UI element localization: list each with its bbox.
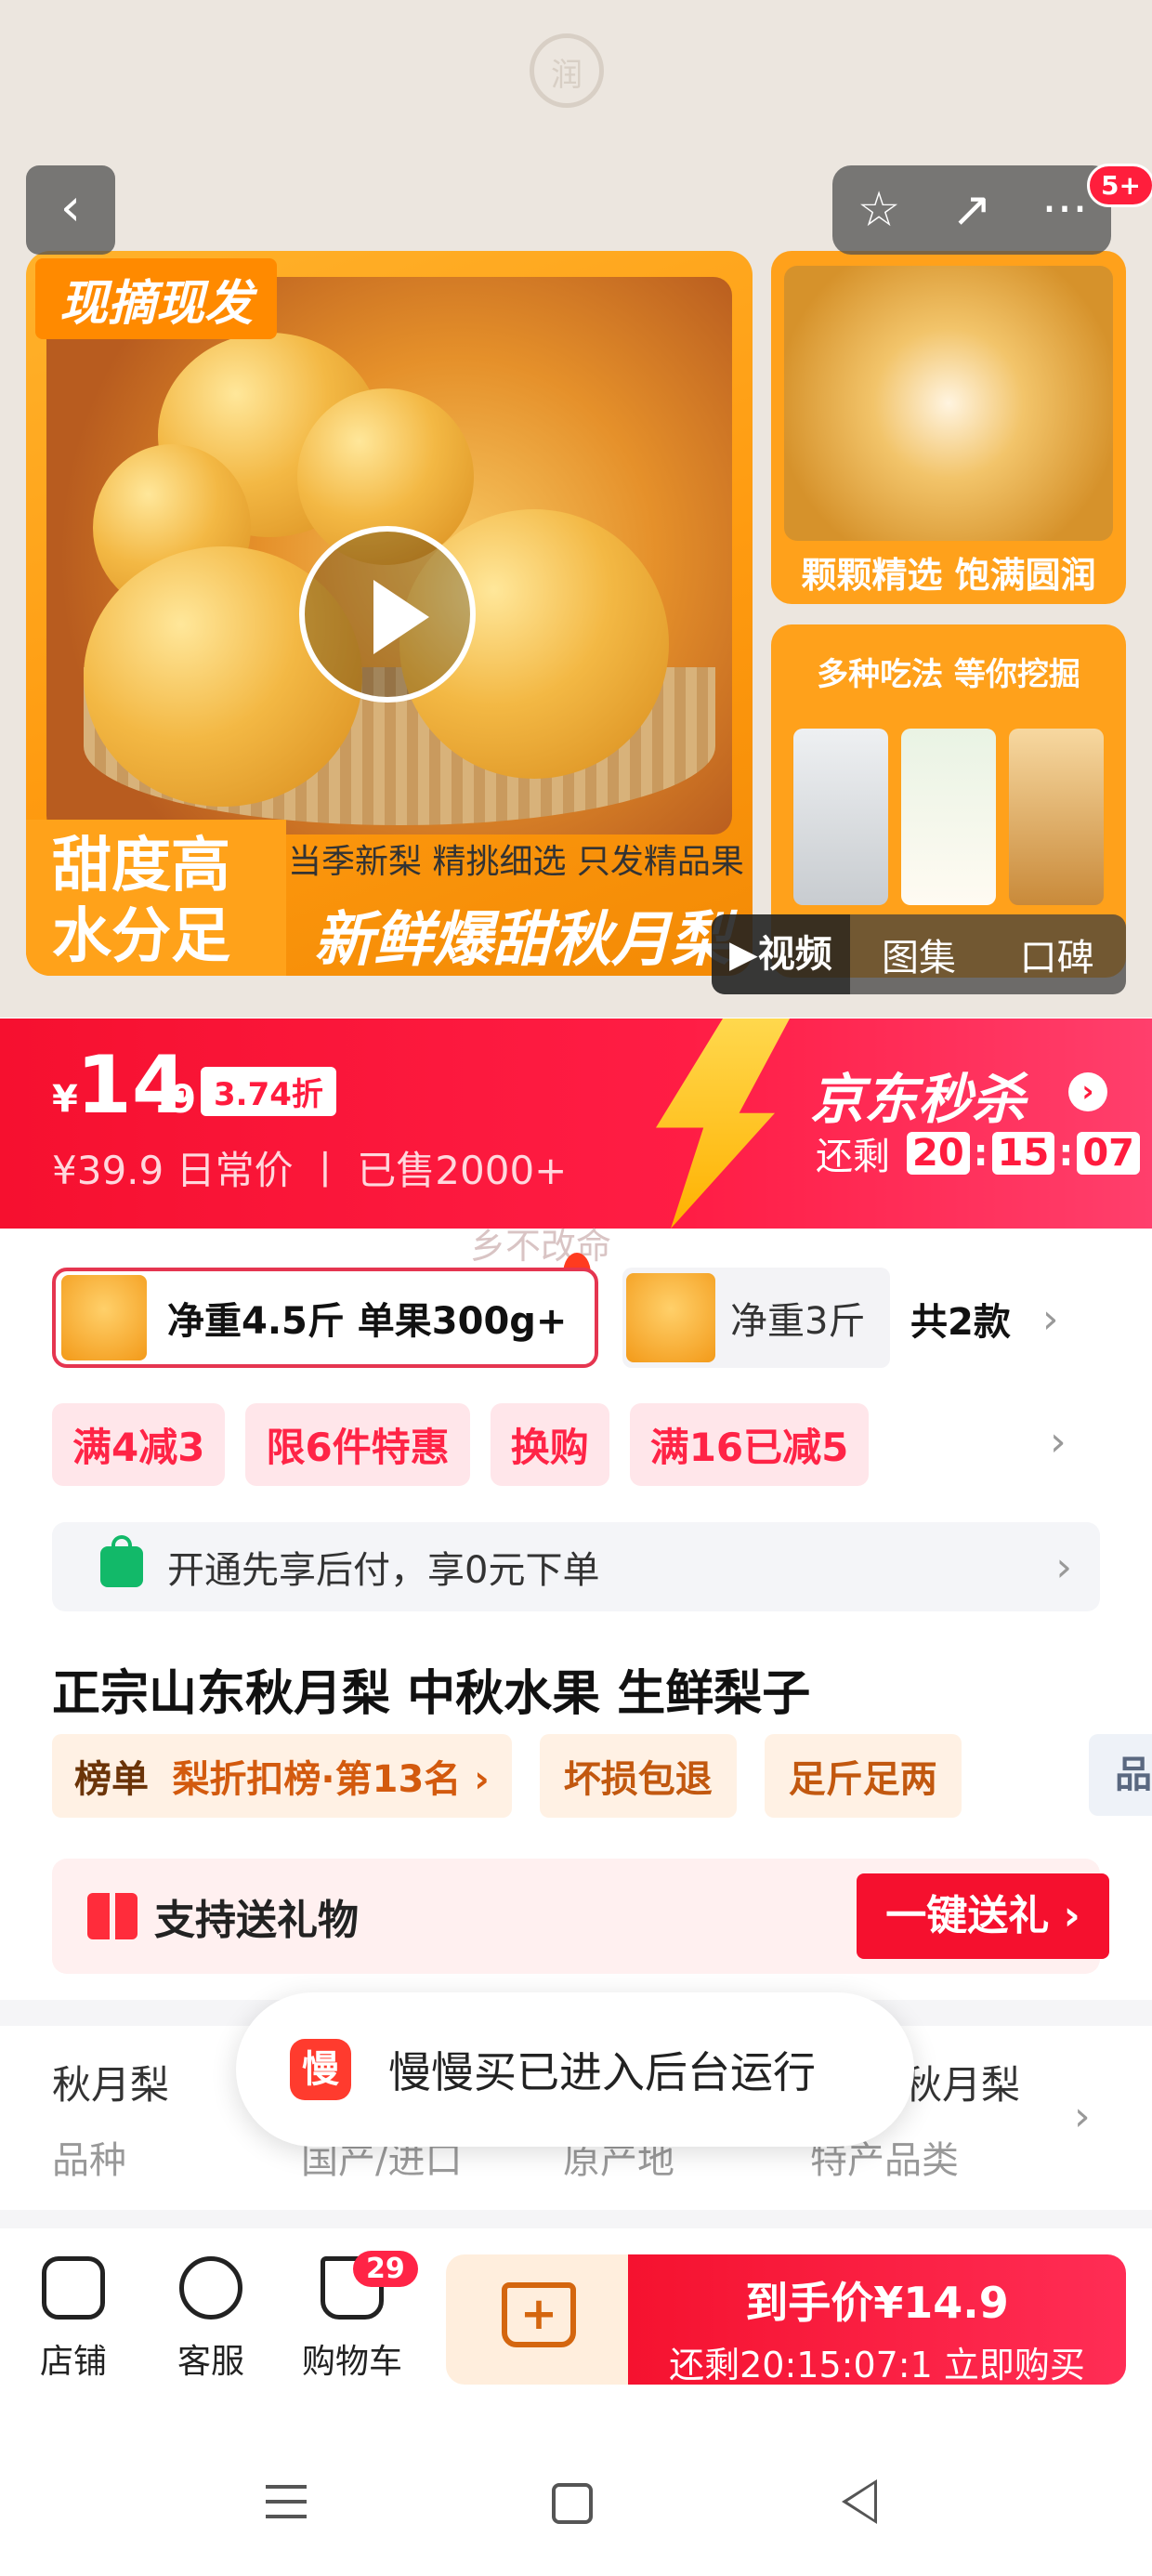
full-weight-tag: 足斤足两 xyxy=(764,1734,962,1818)
countdown-seconds: 07 xyxy=(1077,1132,1141,1175)
sku-option-label: 净重3斤 xyxy=(730,1300,866,1343)
app-indicator-icon: 润 xyxy=(530,33,604,108)
home-icon[interactable] xyxy=(552,2483,593,2524)
store-icon xyxy=(42,2256,105,2320)
overlay-watermark: 乡不改命 xyxy=(470,1226,612,1267)
main-product-image[interactable]: 现摘现发 甜度高 水分足 当季新梨 精挑细选 只发精品果 新鲜爆甜秋月梨 xyxy=(26,251,753,976)
buy-countdown: 还剩20:15:07:1 立即购买 xyxy=(669,2345,1085,2385)
chat-face-icon xyxy=(179,2256,242,2320)
ranking-tag[interactable]: 榜单 梨折扣榜·第13名 › xyxy=(52,1734,512,1818)
chevron-right-icon: › xyxy=(1055,1543,1072,1591)
shopping-bag-icon xyxy=(100,1535,143,1587)
original-price-sold: ¥39.9 日常价 丨 已售2000+ xyxy=(52,1148,568,1193)
discount-badge: 3.74折 xyxy=(201,1067,336,1116)
spec-category-value: 秋月梨 xyxy=(903,2062,1021,2108)
sku-option[interactable]: 净重3斤 xyxy=(622,1268,890,1368)
product-title: 正宗山东秋月梨 中秋水果 生鲜梨子 xyxy=(52,1666,811,1722)
main-slogan: 新鲜爆甜秋月梨 xyxy=(314,906,730,975)
add-cart-icon: + xyxy=(502,2282,576,2347)
countdown-label: 还剩 xyxy=(816,1136,890,1178)
countdown-hours: 20 xyxy=(907,1132,970,1175)
back-button[interactable]: ‹ xyxy=(26,165,115,255)
share-icon[interactable]: ↗ xyxy=(925,182,1018,238)
thumb1-caption: 颗颗精选 饱满圆润 xyxy=(801,555,1096,596)
gallery-tabs[interactable]: ▶视频 图集 口碑 xyxy=(712,914,1126,994)
tab-reviews[interactable]: 口碑 xyxy=(988,927,1126,981)
pear-juice-photo xyxy=(901,729,996,905)
favorite-icon[interactable]: ☆ xyxy=(832,182,925,238)
play-video-button[interactable] xyxy=(299,526,476,703)
store-button[interactable]: 店铺 xyxy=(22,2256,124,2383)
tab-gallery[interactable]: 图集 xyxy=(850,927,988,981)
play-icon xyxy=(373,580,429,654)
pear-soup-photo xyxy=(1009,729,1104,905)
sweetness-badge: 甜度高 水分足 xyxy=(26,820,286,976)
pear-slices-photo xyxy=(793,729,888,905)
customer-service-button[interactable]: 客服 xyxy=(160,2256,262,2383)
sku-count[interactable]: 共2款 › xyxy=(910,1292,1058,1346)
buy-price: 到手价¥14.9 xyxy=(745,2278,1009,2328)
sweet-line-1: 甜度高 xyxy=(52,832,230,900)
thumb2-title: 多种吃法 等你挖掘 xyxy=(817,656,1080,693)
spec-variety-label: 品种 xyxy=(52,2139,126,2182)
background-toast: 慢 慢慢买已进入后台运行 xyxy=(236,1992,914,2147)
cart-count-badge: 29 xyxy=(353,2251,418,2287)
gallery-thumb-1[interactable]: 颗颗精选 饱满圆润 xyxy=(771,251,1126,604)
pay-later-row[interactable]: 开通先享后付，享0元下单 › xyxy=(52,1522,1100,1611)
promo-tag[interactable]: 满16已减5 xyxy=(629,1403,870,1486)
promo-tag[interactable]: 换购 xyxy=(490,1403,609,1486)
feature-tags: 榜单 梨折扣榜·第13名 › 坏损包退 足斤足两 xyxy=(52,1734,989,1818)
promo-tag[interactable]: 满4减3 xyxy=(52,1403,226,1486)
message-badge: 5+ xyxy=(1087,164,1152,207)
price-currency: ¥ xyxy=(52,1078,78,1121)
chevron-right-icon[interactable]: › xyxy=(1074,2093,1091,2140)
promo-tags[interactable]: 满4减3 限6件特惠 换购 满16已减5 xyxy=(52,1403,889,1486)
chevron-right-icon[interactable]: › xyxy=(1068,1072,1107,1111)
quality-tag: 品 xyxy=(1089,1734,1152,1816)
menu-icon[interactable] xyxy=(266,2485,307,2530)
pear-cut-photo xyxy=(784,266,1113,541)
price-decimal: .9 xyxy=(154,1076,197,1122)
tab-video[interactable]: ▶视频 xyxy=(712,914,850,994)
store-label: 店铺 xyxy=(39,2343,107,2381)
return-guarantee-tag: 坏损包退 xyxy=(539,1734,737,1818)
send-gift-button[interactable]: 一键送礼 › xyxy=(857,1873,1109,1959)
toast-text: 慢慢买已进入后台运行 xyxy=(388,2047,816,2097)
promo-tag[interactable]: 限6件特惠 xyxy=(245,1403,470,1486)
buy-now-button[interactable]: 到手价¥14.9 还剩20:15:07:1 立即购买 xyxy=(628,2254,1126,2385)
sweet-line-2: 水分足 xyxy=(52,902,230,971)
gift-icon xyxy=(87,1893,137,1939)
sku-thumbnail xyxy=(61,1275,147,1360)
section-divider xyxy=(0,2210,1152,2228)
sku-selected-label: 净重4.5斤 单果300g+ xyxy=(167,1300,568,1343)
pay-later-text: 开通先享后付，享0元下单 xyxy=(167,1549,600,1592)
countdown: 还剩 20 : 15 : 07 xyxy=(816,1126,1144,1180)
sku-thumbnail xyxy=(626,1273,715,1362)
flash-sale-title[interactable]: 京东秒杀 xyxy=(810,1056,1026,1134)
chevron-right-icon: › xyxy=(1041,1295,1059,1343)
sku-option-selected[interactable]: 净重4.5斤 单果300g+ xyxy=(52,1268,598,1368)
chevron-right-icon[interactable]: › xyxy=(1050,1418,1067,1465)
fresh-picked-tag: 现摘现发 xyxy=(35,258,278,339)
sku-count-label: 共2款 xyxy=(910,1301,1011,1344)
top-actions: ☆ ↗ ··· xyxy=(832,165,1111,255)
sub-slogan: 当季新梨 精挑细选 只发精品果 xyxy=(288,843,744,881)
service-label: 客服 xyxy=(177,2343,244,2381)
cart-label: 购物车 xyxy=(301,2343,402,2381)
app-logo-icon: 慢 xyxy=(290,2039,351,2100)
spec-variety-value: 秋月梨 xyxy=(52,2062,170,2108)
gift-label: 支持送礼物 xyxy=(154,1897,359,1944)
countdown-minutes: 15 xyxy=(991,1132,1055,1175)
